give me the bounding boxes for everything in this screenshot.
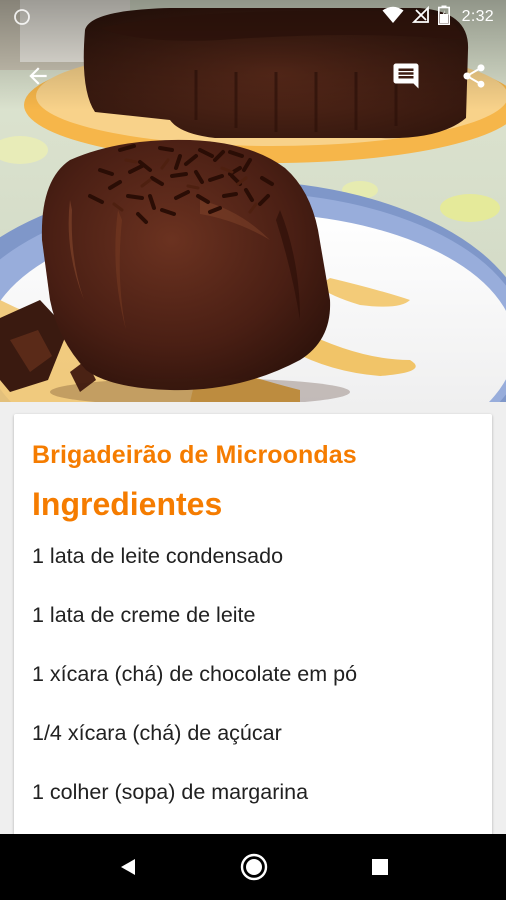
nav-recents-button[interactable] <box>365 852 395 882</box>
circle-status-icon <box>12 7 32 27</box>
ingredients-heading: Ingredientes <box>32 486 223 522</box>
nav-home-button[interactable] <box>239 852 269 882</box>
comments-button[interactable] <box>388 58 424 94</box>
back-button[interactable] <box>20 58 56 94</box>
ingredients-list: 1 lata de leite condensado 1 lata de cre… <box>32 527 474 822</box>
system-nav-bar <box>0 834 506 900</box>
nav-back-button[interactable] <box>113 852 143 882</box>
app-toolbar <box>0 48 506 104</box>
battery-icon <box>437 5 450 29</box>
share-icon <box>463 64 485 88</box>
ingredient-item: 1 lata de creme de leite <box>32 603 256 627</box>
back-arrow-icon <box>29 67 47 85</box>
nav-home-icon <box>240 853 268 881</box>
ingredient-item: 1 xícara (chá) de chocolate em pó <box>32 662 358 686</box>
comment-icon <box>393 63 419 89</box>
recipe-title: Brigadeirão de Microondas <box>32 441 357 469</box>
status-bar: 2:32 <box>0 0 506 34</box>
ingredient-item: 1 colher (sopa) de margarina <box>32 780 309 804</box>
ingredient-item: 1 lata de leite condensado <box>32 544 284 568</box>
ingredient-item: 1/4 xícara (chá) de açúcar <box>32 721 282 745</box>
nav-recents-icon <box>372 859 388 875</box>
clock-time: 2:32 <box>461 8 494 25</box>
wifi-icon <box>382 6 404 28</box>
share-button[interactable] <box>456 58 492 94</box>
recipe-card: Brigadeirão de Microondas Ingredientes 1… <box>14 414 492 854</box>
nav-back-icon <box>121 859 135 875</box>
no-signal-icon <box>411 5 430 28</box>
